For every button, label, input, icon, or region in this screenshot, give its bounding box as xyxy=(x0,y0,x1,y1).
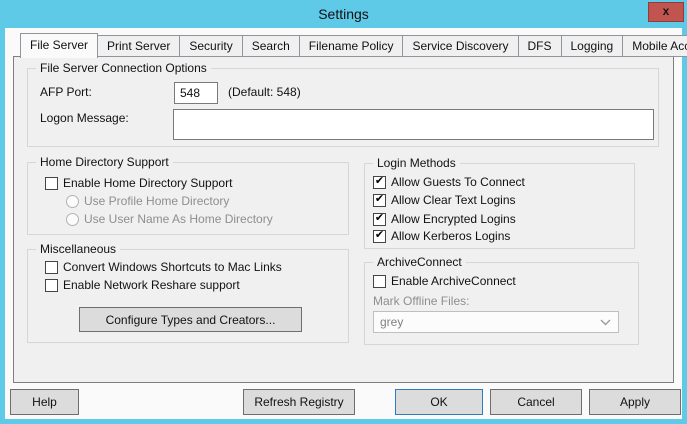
tab-logging[interactable]: Logging xyxy=(561,35,624,57)
logon-message-input[interactable] xyxy=(173,109,654,140)
radio-icon xyxy=(66,213,79,226)
checkbox-icon: ✔ xyxy=(373,194,386,207)
titlebar: Settings xyxy=(0,0,687,28)
configure-types-creators-button[interactable]: Configure Types and Creators... xyxy=(79,307,302,332)
use-profile-home-directory-radio: Use Profile Home Directory xyxy=(66,193,229,209)
network-reshare-checkbox[interactable]: Enable Network Reshare support xyxy=(45,277,240,293)
logon-message-label: Logon Message: xyxy=(40,111,129,125)
enable-archive-connect-checkbox[interactable]: Enable ArchiveConnect xyxy=(373,273,516,289)
tab-print-server[interactable]: Print Server xyxy=(97,35,180,57)
group-archive-connect: ArchiveConnect Enable ArchiveConnect Mar… xyxy=(364,262,639,345)
group-connection-options: File Server Connection Options AFP Port:… xyxy=(27,68,659,147)
tab-search[interactable]: Search xyxy=(242,35,300,57)
window-title: Settings xyxy=(318,6,369,22)
enable-home-directory-checkbox[interactable]: Enable Home Directory Support xyxy=(45,175,232,191)
ok-button[interactable]: OK xyxy=(395,389,483,415)
group-home-directory: Home Directory Support Enable Home Direc… xyxy=(27,162,349,235)
mark-offline-files-dropdown: grey xyxy=(373,311,619,333)
afp-port-default-label: (Default: 548) xyxy=(228,85,301,99)
afp-port-label: AFP Port: xyxy=(40,85,92,99)
mark-offline-files-label: Mark Offline Files: xyxy=(373,294,469,308)
tab-filename-policy[interactable]: Filename Policy xyxy=(299,35,404,57)
check-icon: ✔ xyxy=(375,176,384,187)
radio-icon xyxy=(66,195,79,208)
dialog-client-area: File Server Print Server Security Search… xyxy=(5,28,682,419)
tab-file-server[interactable]: File Server xyxy=(20,33,98,58)
checkbox-icon: ✔ xyxy=(373,176,386,189)
afp-port-input[interactable] xyxy=(174,82,218,104)
close-icon: x xyxy=(663,4,670,18)
allow-clear-text-checkbox[interactable]: ✔ Allow Clear Text Logins xyxy=(373,192,516,208)
group-home-directory-legend: Home Directory Support xyxy=(36,155,173,169)
convert-shortcuts-checkbox[interactable]: Convert Windows Shortcuts to Mac Links xyxy=(45,259,282,275)
allow-kerberos-checkbox[interactable]: ✔ Allow Kerberos Logins xyxy=(373,228,510,244)
group-miscellaneous-legend: Miscellaneous xyxy=(36,242,120,256)
allow-guests-checkbox[interactable]: ✔ Allow Guests To Connect xyxy=(373,174,525,190)
tab-security[interactable]: Security xyxy=(179,35,242,57)
help-button[interactable]: Help xyxy=(10,389,79,415)
checkbox-icon xyxy=(45,261,58,274)
tab-page-file-server: File Server Connection Options AFP Port:… xyxy=(13,56,674,383)
cancel-button[interactable]: Cancel xyxy=(490,389,582,415)
checkbox-icon xyxy=(45,279,58,292)
group-miscellaneous: Miscellaneous Convert Windows Shortcuts … xyxy=(27,249,349,343)
checkbox-icon xyxy=(45,177,58,190)
tab-mobile-access[interactable]: Mobile Access xyxy=(622,35,687,57)
group-archive-connect-legend: ArchiveConnect xyxy=(373,255,466,269)
group-connection-options-legend: File Server Connection Options xyxy=(36,61,211,75)
close-button[interactable]: x xyxy=(648,2,684,22)
check-icon: ✔ xyxy=(375,230,384,241)
chevron-down-icon xyxy=(600,319,611,326)
group-login-methods-legend: Login Methods xyxy=(373,156,460,170)
dropdown-value: grey xyxy=(380,315,403,329)
checkbox-icon xyxy=(373,275,386,288)
tab-service-discovery[interactable]: Service Discovery xyxy=(402,35,518,57)
group-login-methods: Login Methods ✔ Allow Guests To Connect … xyxy=(364,163,635,249)
refresh-registry-button[interactable]: Refresh Registry xyxy=(243,389,355,415)
checkbox-icon: ✔ xyxy=(373,213,386,226)
allow-encrypted-checkbox[interactable]: ✔ Allow Encrypted Logins xyxy=(373,211,516,227)
use-username-home-directory-radio: Use User Name As Home Directory xyxy=(66,211,273,227)
check-icon: ✔ xyxy=(375,194,384,205)
checkbox-icon: ✔ xyxy=(373,230,386,243)
tab-dfs[interactable]: DFS xyxy=(518,35,562,57)
apply-button[interactable]: Apply xyxy=(589,389,681,415)
tab-bar: File Server Print Server Security Search… xyxy=(20,33,687,58)
check-icon: ✔ xyxy=(375,213,384,224)
settings-dialog: Settings x File Server Print Server Secu… xyxy=(0,0,687,424)
